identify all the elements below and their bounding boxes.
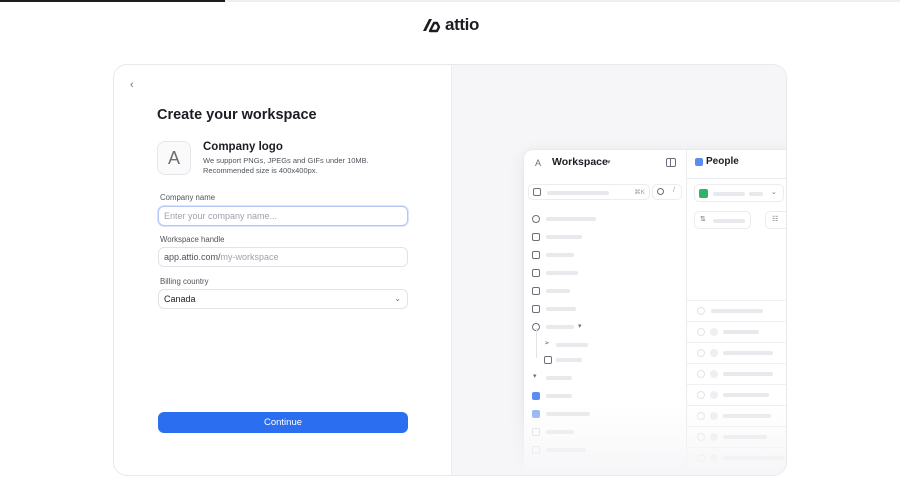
preview-sort-button: ⇅ — [694, 211, 751, 229]
preview-table-row — [687, 300, 786, 321]
document-icon — [532, 251, 540, 259]
workspace-handle-prefix: app.attio.com/ — [164, 252, 221, 262]
preview-nav-item: ▾ — [532, 320, 682, 334]
chart-icon — [532, 305, 540, 313]
table-view-icon — [699, 189, 708, 198]
preview-nav-item — [532, 266, 682, 280]
attio-logo-text: attio — [445, 15, 479, 34]
preview-object-header: People — [695, 156, 739, 167]
preview-nav-item — [532, 230, 682, 244]
send-icon: ➢ — [544, 340, 550, 347]
chevron-down-icon: ▾ — [607, 159, 611, 166]
people-icon — [695, 157, 703, 166]
preview-nav-item: ▾ — [532, 371, 682, 385]
sort-icon: ⇅ — [700, 216, 706, 223]
chevron-down-icon: ⌄ — [394, 294, 401, 303]
mail-icon — [532, 269, 540, 277]
preview-nav-item — [532, 302, 682, 316]
chevron-down-icon: ▾ — [578, 323, 582, 330]
preview-nav-subitem: ➢ — [544, 338, 694, 352]
preview-table-row — [687, 384, 786, 405]
onboarding-progress-bar — [0, 0, 900, 2]
sidebar-toggle-icon — [666, 158, 676, 167]
attio-logo-icon — [423, 19, 441, 33]
preview-table-row — [687, 342, 786, 363]
continue-button[interactable]: Continue — [158, 412, 408, 433]
chevron-down-icon: ⌄ — [771, 189, 777, 196]
chevron-down-icon: ▾ — [533, 373, 537, 380]
bell-icon — [532, 215, 540, 223]
preview-nav-item — [532, 389, 682, 403]
onboarding-card: ‹ Create your workspace A Company logo W… — [113, 64, 787, 476]
checkbox-icon — [532, 233, 540, 241]
logo-help-line-2: Recommended size is 400x400px. — [203, 166, 318, 175]
attio-logo: attio — [0, 15, 900, 35]
billing-country-value: Canada — [164, 294, 196, 304]
preview-table-row — [687, 321, 786, 342]
search-icon — [657, 188, 664, 195]
preview-object-title: People — [706, 156, 739, 167]
billing-country-label: Billing country — [160, 277, 209, 286]
workspace-form: ‹ Create your workspace A Company logo W… — [114, 65, 451, 475]
workspace-handle-field[interactable]: app.attio.com/my-workspace — [158, 247, 408, 267]
preview-quick-actions: ⌘K — [528, 184, 650, 200]
company-name-field[interactable] — [158, 206, 408, 226]
video-icon — [532, 287, 540, 295]
preview-nav-item — [532, 248, 682, 262]
logo-placeholder-letter: A — [167, 147, 180, 168]
workspace-handle-label: Workspace handle — [160, 235, 225, 244]
billing-country-select[interactable]: Canada ⌄ — [158, 289, 408, 309]
workflow-icon — [544, 356, 552, 364]
preview-nav-subitem — [544, 353, 694, 367]
preview-search-slash: / — [673, 187, 675, 194]
preview-view-selector: ⌄ — [694, 184, 784, 202]
page-title: Create your workspace — [157, 107, 317, 123]
preview-nav-item — [532, 284, 682, 298]
person-icon — [532, 392, 540, 400]
company-name-input[interactable] — [164, 211, 407, 221]
company-logo-heading: Company logo — [203, 141, 283, 153]
command-icon — [533, 188, 541, 196]
workspace-preview: A Workspace ▾ ⌘K / ▾ ➢ ▾ People ⌄ ⇅ ☷ — [451, 65, 786, 475]
preview-shortcut: ⌘K — [634, 189, 645, 196]
company-logo-help-text: We support PNGs, JPEGs and GIFs under 10… — [203, 156, 383, 176]
back-button[interactable]: ‹ — [130, 79, 134, 91]
onboarding-progress-fill — [0, 0, 225, 2]
company-name-label: Company name — [160, 193, 216, 202]
logo-help-line-1: We support PNGs, JPEGs and GIFs under 10… — [203, 156, 369, 165]
preview-table-row — [687, 363, 786, 384]
preview-search: / — [652, 184, 682, 200]
workspace-handle-placeholder: my-workspace — [220, 252, 279, 262]
filter-icon: ☷ — [772, 216, 779, 223]
preview-workspace-letter: A — [535, 158, 542, 168]
company-logo-upload[interactable]: A — [157, 141, 191, 175]
preview-workspace-name: Workspace — [552, 156, 608, 168]
preview-filter-button: ☷ — [765, 211, 786, 229]
preview-nav-item — [532, 212, 682, 226]
